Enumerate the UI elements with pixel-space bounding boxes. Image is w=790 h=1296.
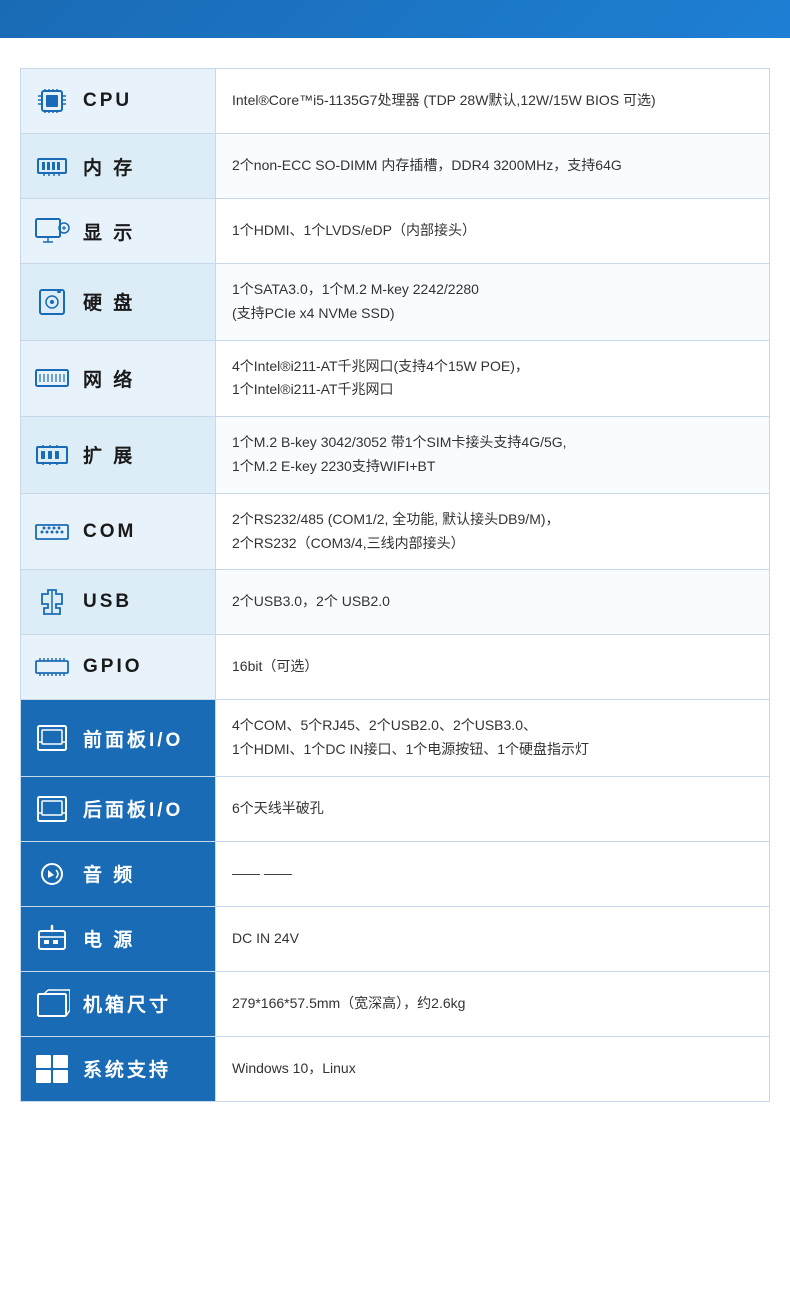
power-icon bbox=[31, 921, 73, 957]
page-wrapper: CPU Intel®Core™i5-1135G7处理器 (TDP 28W默认,12… bbox=[0, 0, 790, 1132]
label-text-storage: 硬 盘 bbox=[83, 288, 135, 315]
label-cell-storage: 硬 盘 bbox=[21, 264, 216, 341]
label-cell-memory: 内 存 bbox=[21, 134, 216, 199]
value-cell-memory: 2个non-ECC SO-DIMM 内存插槽，DDR4 3200MHz，支持64… bbox=[216, 134, 770, 199]
value-cell-storage: 1个SATA3.0，1个M.2 M-key 2242/2280(支持PCIe x… bbox=[216, 264, 770, 341]
value-cell-power: DC IN 24V bbox=[216, 906, 770, 971]
label-text-audio: 音 频 bbox=[83, 860, 135, 887]
value-cell-cpu: Intel®Core™i5-1135G7处理器 (TDP 28W默认,12W/1… bbox=[216, 69, 770, 134]
panel-icon bbox=[31, 791, 73, 827]
chassis-icon bbox=[31, 986, 73, 1022]
label-cell-network: 网 络 bbox=[21, 340, 216, 417]
label-cell-front-io: 前面板I/O bbox=[21, 700, 216, 777]
value-cell-audio: —— —— bbox=[216, 841, 770, 906]
storage-icon bbox=[31, 284, 73, 320]
com-icon bbox=[31, 514, 73, 550]
label-text-cpu: CPU bbox=[83, 90, 132, 112]
label-cell-audio: 音 频 bbox=[21, 841, 216, 906]
value-cell-display: 1个HDMI、1个LVDS/eDP（内部接头） bbox=[216, 199, 770, 264]
value-cell-front-io: 4个COM、5个RJ45、2个USB2.0、2个USB3.0、1个HDMI、1个… bbox=[216, 700, 770, 777]
label-cell-chassis: 机箱尺寸 bbox=[21, 971, 216, 1036]
label-text-display: 显 示 bbox=[83, 218, 135, 245]
label-text-com: COM bbox=[83, 521, 136, 543]
value-cell-network: 4个Intel®i211-AT千兆网口(支持4个15W POE)，1个Intel… bbox=[216, 340, 770, 417]
label-text-network: 网 络 bbox=[83, 365, 135, 392]
value-cell-chassis: 279*166*57.5mm（宽深高），约2.6kg bbox=[216, 971, 770, 1036]
panel-icon bbox=[31, 720, 73, 756]
label-cell-cpu: CPU bbox=[21, 69, 216, 134]
spec-table: CPU Intel®Core™i5-1135G7处理器 (TDP 28W默认,12… bbox=[20, 68, 770, 1102]
os-icon bbox=[31, 1051, 73, 1087]
label-cell-usb: USB bbox=[21, 570, 216, 635]
value-cell-rear-io: 6个天线半破孔 bbox=[216, 776, 770, 841]
usb-icon bbox=[31, 584, 73, 620]
label-text-memory: 内 存 bbox=[83, 153, 135, 180]
value-cell-os: Windows 10，Linux bbox=[216, 1036, 770, 1101]
label-cell-com: COM bbox=[21, 493, 216, 570]
display-icon bbox=[31, 213, 73, 249]
expand-icon bbox=[31, 437, 73, 473]
label-cell-rear-io: 后面板I/O bbox=[21, 776, 216, 841]
audio-icon bbox=[31, 856, 73, 892]
label-text-front-io: 前面板I/O bbox=[83, 725, 183, 752]
label-text-rear-io: 后面板I/O bbox=[83, 795, 183, 822]
label-cell-power: 电 源 bbox=[21, 906, 216, 971]
page-header bbox=[0, 0, 790, 38]
content-area: CPU Intel®Core™i5-1135G7处理器 (TDP 28W默认,12… bbox=[0, 38, 790, 1132]
label-text-usb: USB bbox=[83, 591, 132, 613]
label-cell-os: 系统支持 bbox=[21, 1036, 216, 1101]
value-cell-gpio: 16bit（可选） bbox=[216, 635, 770, 700]
label-text-expand: 扩 展 bbox=[83, 441, 135, 468]
network-icon bbox=[31, 360, 73, 396]
memory-icon bbox=[31, 148, 73, 184]
label-text-gpio: GPIO bbox=[83, 656, 143, 678]
label-cell-expand: 扩 展 bbox=[21, 417, 216, 494]
label-text-chassis: 机箱尺寸 bbox=[83, 990, 171, 1017]
value-cell-expand: 1个M.2 B-key 3042/3052 带1个SIM卡接头支持4G/5G,1… bbox=[216, 417, 770, 494]
label-cell-display: 显 示 bbox=[21, 199, 216, 264]
label-text-os: 系统支持 bbox=[83, 1055, 171, 1082]
value-cell-usb: 2个USB3.0，2个 USB2.0 bbox=[216, 570, 770, 635]
gpio-icon bbox=[31, 649, 73, 685]
label-cell-gpio: GPIO bbox=[21, 635, 216, 700]
value-cell-com: 2个RS232/485 (COM1/2, 全功能, 默认接头DB9/M)，2个R… bbox=[216, 493, 770, 570]
label-text-power: 电 源 bbox=[83, 925, 135, 952]
cpu-icon bbox=[31, 83, 73, 119]
